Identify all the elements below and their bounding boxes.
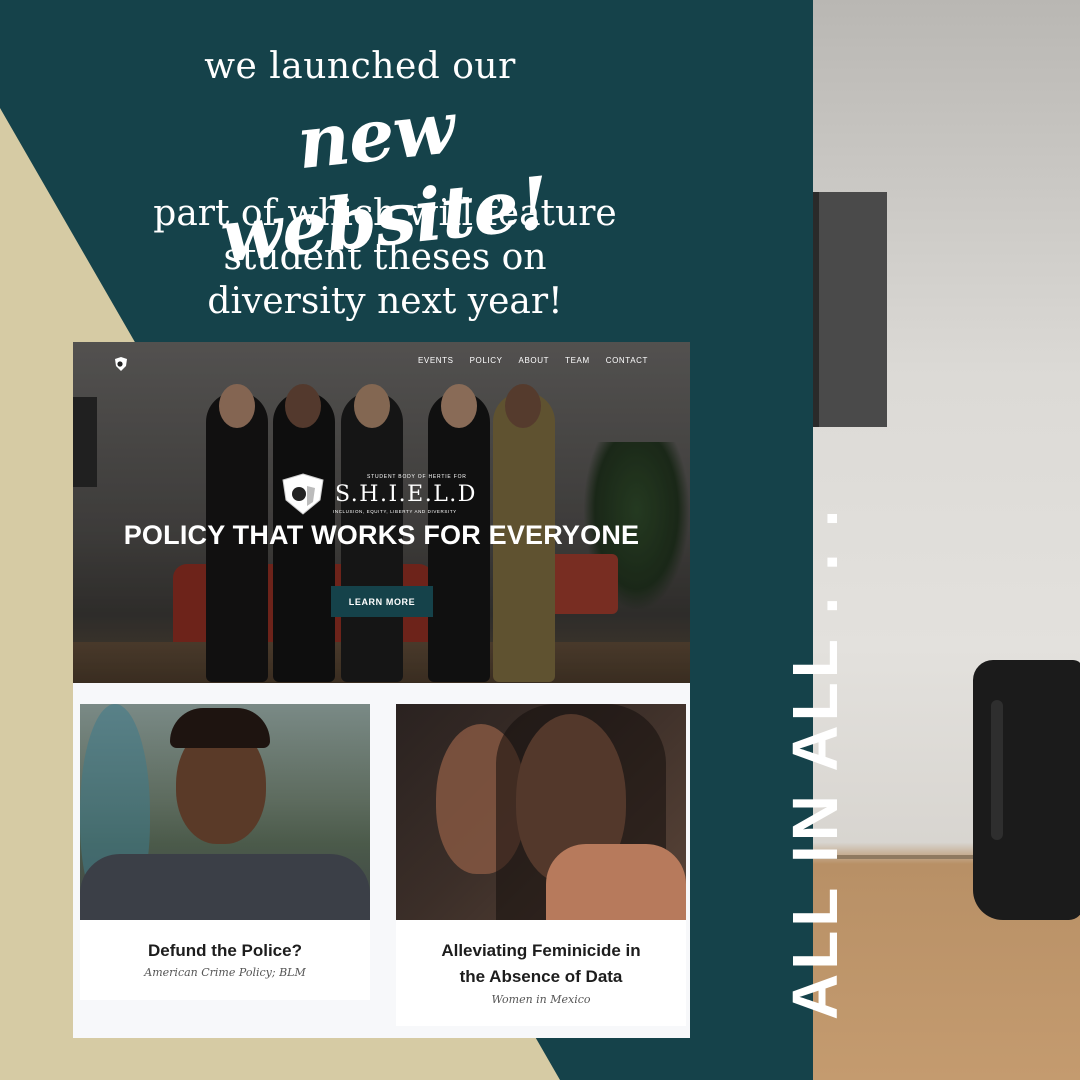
emblem-tagline: INCLUSION, EQUITY, LIBERTY AND DIVERSITY	[333, 509, 457, 514]
backpack-strap	[991, 700, 1003, 840]
image-shoulder	[546, 844, 686, 920]
nav-policy[interactable]: POLICY	[470, 356, 503, 365]
card-title-line-1: Alleviating Feminicide in	[441, 941, 641, 960]
card-subtitle: Women in Mexico	[491, 993, 591, 1006]
learn-more-button[interactable]: LEARN MORE	[331, 586, 433, 617]
card-title-line-2: the Absence of Data	[459, 967, 623, 986]
hero-title: POLICY THAT WORKS FOR EVERYONE	[123, 520, 640, 550]
headline-line-3b: student theses on	[223, 237, 547, 278]
card-image	[396, 704, 686, 920]
headline-line-3c: diversity next year!	[207, 281, 563, 322]
headline-line-3a: part of which will feature	[153, 193, 617, 234]
article-card[interactable]: Alleviating Feminicide in the Absence of…	[396, 704, 686, 1026]
hero-section: EVENTS POLICY ABOUT TEAM CONTACT STUDENT…	[73, 342, 690, 683]
nav-contact[interactable]: CONTACT	[606, 356, 648, 365]
shield-emblem: STUDENT BODY OF HERTIE FOR S.H.I.E.L.D I…	[279, 472, 484, 518]
shield-icon[interactable]	[113, 356, 129, 372]
nav-events[interactable]: EVENTS	[418, 356, 454, 365]
wall-speaker	[813, 192, 887, 427]
nav-about[interactable]: ABOUT	[519, 356, 550, 365]
card-subtitle: American Crime Policy; BLM	[144, 966, 306, 979]
main-nav: EVENTS POLICY ABOUT TEAM CONTACT	[418, 356, 648, 365]
image-shirt	[80, 854, 370, 920]
article-card[interactable]: Defund the Police? American Crime Policy…	[80, 704, 370, 1000]
headline-line-3: part of which will feature student these…	[130, 192, 640, 324]
shield-emblem-icon	[282, 473, 324, 515]
room-photo	[813, 0, 1080, 1080]
vertical-tagline: ALL IN ALL . . .	[779, 505, 851, 1020]
emblem-small-text: STUDENT BODY OF HERTIE FOR	[367, 474, 467, 480]
backpack	[973, 660, 1080, 920]
image-hair	[170, 708, 270, 748]
website-mockup: EVENTS POLICY ABOUT TEAM CONTACT STUDENT…	[73, 342, 690, 1038]
card-title[interactable]: Defund the Police?	[80, 938, 370, 964]
card-title[interactable]: Alleviating Feminicide in the Absence of…	[396, 938, 686, 990]
emblem-name: S.H.I.E.L.D	[335, 482, 477, 507]
card-image	[80, 704, 370, 920]
nav-team[interactable]: TEAM	[565, 356, 590, 365]
